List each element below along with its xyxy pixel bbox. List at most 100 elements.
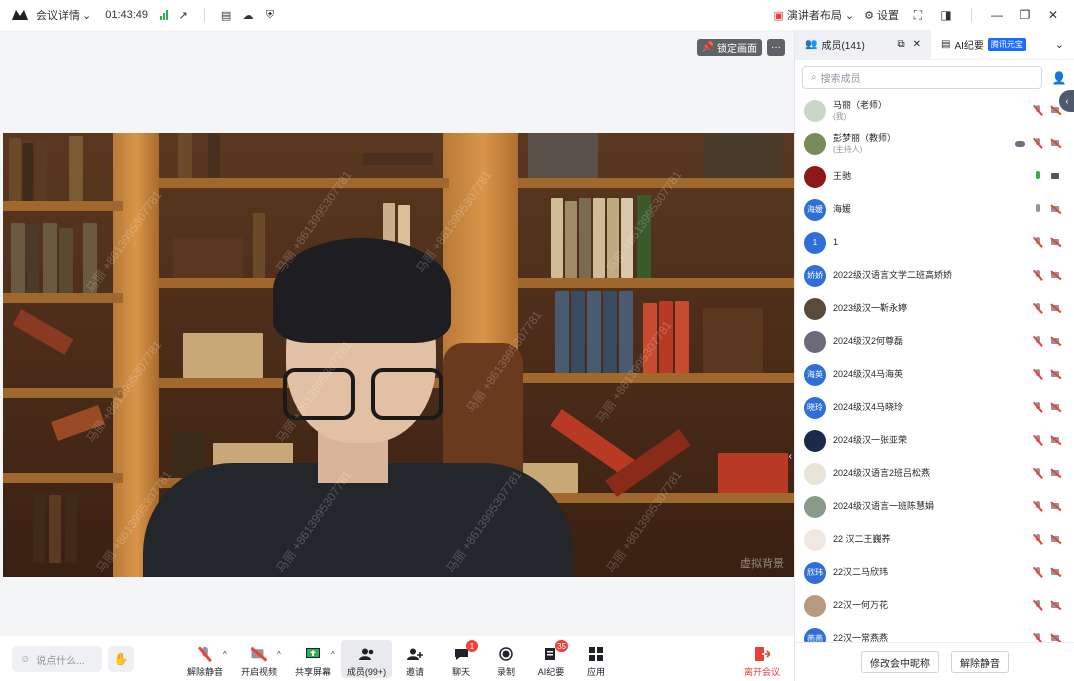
tab-members[interactable]: 👥 成员(141) ⧉ ✕ [795, 29, 931, 60]
network-signal-icon[interactable] [160, 10, 169, 20]
chevron-up-icon[interactable]: ^ [277, 650, 281, 659]
avatar: 海媛 [804, 198, 826, 221]
chevron-down-icon[interactable]: ⌄ [1055, 38, 1074, 51]
close-icon[interactable]: ✕ [913, 39, 921, 50]
list-item[interactable]: 2024级汉一张亚荣 [795, 424, 1074, 457]
fullscreen-icon[interactable]: ⛶ [909, 8, 927, 23]
member-status-icons [1033, 600, 1061, 611]
mic-on-icon[interactable] [1033, 171, 1043, 182]
camera-off-icon[interactable] [1051, 600, 1061, 611]
list-item[interactable]: 海英 2024级汉4马海英 [795, 358, 1074, 391]
mic-muted-icon[interactable] [1033, 369, 1043, 380]
camera-off-icon[interactable] [1051, 270, 1061, 281]
lock-screen-button[interactable]: 📌 锁定画面 [696, 39, 762, 56]
mic-muted-icon[interactable] [1033, 138, 1043, 149]
chevron-left-icon[interactable]: ‹ [789, 451, 792, 462]
list-item[interactable]: 燕燕 22汉一常燕燕 [795, 622, 1074, 642]
camera-off-icon[interactable] [1051, 369, 1061, 380]
share-screen-button[interactable]: 共享屏幕 [293, 640, 333, 678]
member-name: 22汉一常燕燕 [833, 633, 889, 642]
popout-icon[interactable]: ↗ [176, 8, 190, 22]
list-item[interactable]: 马丽（老师） (我) [795, 94, 1074, 127]
mic-muted-icon[interactable] [1033, 633, 1043, 642]
list-item[interactable]: 海媛 海媛 [795, 193, 1074, 226]
settings-button[interactable]: ⚙ 设置 [864, 7, 899, 23]
camera-off-icon[interactable] [1051, 105, 1061, 116]
restore-icon[interactable]: ❐ [1016, 8, 1034, 22]
mic-muted-icon[interactable] [1033, 270, 1043, 281]
start-video-button[interactable]: 开启视频 [239, 640, 279, 678]
mic-muted-icon[interactable] [1033, 600, 1043, 611]
mic-muted-icon[interactable] [1033, 303, 1043, 314]
meeting-details-button[interactable]: 会议详情 ⌄ [36, 7, 91, 23]
chevron-up-icon[interactable]: ^ [223, 650, 227, 659]
chevron-up-icon[interactable]: ^ [331, 650, 335, 659]
member-name: 22汉一何万花 [833, 600, 889, 610]
raise-hand-button[interactable]: ✋ [108, 646, 134, 672]
ai-minutes-button[interactable]: 35 AI纪要 [535, 640, 568, 678]
camera-off-icon[interactable] [1051, 567, 1061, 578]
mic-muted-icon[interactable] [1033, 567, 1043, 578]
camera-off-icon[interactable] [1051, 534, 1061, 545]
camera-off-icon[interactable] [1051, 303, 1061, 314]
camera-off-icon[interactable] [1051, 336, 1061, 347]
camera-off-icon[interactable] [1051, 501, 1061, 512]
camera-off-icon[interactable] [1051, 468, 1061, 479]
speaker-video[interactable]: 马丽 +8613995307781 马丽 +8613995307781 马丽 +… [3, 133, 794, 577]
close-icon[interactable]: ✕ [1044, 8, 1062, 22]
list-item[interactable]: 2024级汉语言一班陈慧娟 [795, 490, 1074, 523]
mic-muted-icon[interactable] [1033, 468, 1043, 479]
apps-button[interactable]: 应用 [582, 640, 610, 678]
camera-on-icon[interactable] [1051, 171, 1061, 182]
cloud-icon[interactable]: ☁ [241, 8, 255, 22]
camera-off-icon[interactable] [1051, 402, 1061, 413]
mic-muted-icon[interactable] [1033, 105, 1043, 116]
rename-button[interactable]: 修改会中昵称 [861, 651, 939, 673]
tab-ai-minutes[interactable]: ▤ AI纪要 腾讯元宝 [931, 30, 1036, 60]
mic-muted-icon[interactable] [1033, 435, 1043, 446]
add-user-icon[interactable]: 👤 [1049, 68, 1069, 88]
minimize-icon[interactable]: — [988, 8, 1006, 22]
member-name-block: 2024级汉4马晓玲 [833, 402, 903, 413]
member-search-input[interactable]: ⌕ 搜索成员 [802, 66, 1042, 89]
list-item[interactable]: 王驰 [795, 160, 1074, 193]
mic-muted-icon[interactable] [1033, 336, 1043, 347]
list-item[interactable]: 2024级汉2何尊磊 [795, 325, 1074, 358]
camera-off-icon[interactable] [1051, 138, 1061, 149]
list-item[interactable]: 2023级汉一靳永婷 [795, 292, 1074, 325]
unmute-button[interactable]: 解除静音 [185, 640, 225, 678]
list-item[interactable]: 晓玲 2024级汉4马晓玲 [795, 391, 1074, 424]
quick-chat-input[interactable]: ☺ 说点什么... [12, 646, 102, 672]
chat-button[interactable]: 1 聊天 [446, 640, 478, 678]
camera-off-icon[interactable] [1051, 633, 1061, 642]
list-item[interactable]: 22 汉二王巍荞 [795, 523, 1074, 556]
mic-muted-icon[interactable] [1033, 402, 1043, 413]
mic-muted-icon[interactable] [1033, 501, 1043, 512]
popout-icon[interactable]: ⧉ [897, 39, 904, 50]
camera-off-icon[interactable] [1051, 435, 1061, 446]
speaker-layout-button[interactable]: ▣ 演讲者布局 ⌄ [774, 7, 855, 23]
leave-meeting-button[interactable]: 离开会议 [742, 640, 782, 678]
list-item[interactable]: 娇娇 2022级汉语言文学二班高娇娇 [795, 259, 1074, 292]
list-item[interactable]: 2024级汉语言2班吕松燕 [795, 457, 1074, 490]
mic-muted-icon[interactable] [1033, 237, 1043, 248]
invite-button[interactable]: 邀请 [400, 640, 430, 678]
glasses-right-lens [371, 368, 443, 420]
list-item[interactable]: 欣玮 22汉二马欣玮 [795, 556, 1074, 589]
list-item[interactable]: 彭梦丽（教师） (主持人) [795, 127, 1074, 160]
list-item[interactable]: 22汉一何万花 [795, 589, 1074, 622]
mic-muted-icon[interactable] [1033, 534, 1043, 545]
list-item[interactable]: 11 [795, 226, 1074, 259]
camera-off-icon[interactable] [1051, 237, 1061, 248]
book [555, 291, 569, 373]
members-button[interactable]: 成员(99+) [341, 640, 392, 678]
sidebar-toggle-icon[interactable]: ◨ [937, 8, 955, 22]
record-button[interactable]: 录制 [492, 640, 520, 678]
unmute-all-button[interactable]: 解除静音 [951, 651, 1009, 673]
mic-icon[interactable] [1033, 204, 1043, 215]
document-icon[interactable]: ▤ [219, 8, 233, 22]
more-options-button[interactable]: ··· [767, 39, 785, 56]
security-icon[interactable]: ⛨ [263, 8, 277, 22]
member-name: 2024级汉4马海英 [833, 369, 904, 379]
camera-off-icon[interactable] [1051, 204, 1061, 215]
